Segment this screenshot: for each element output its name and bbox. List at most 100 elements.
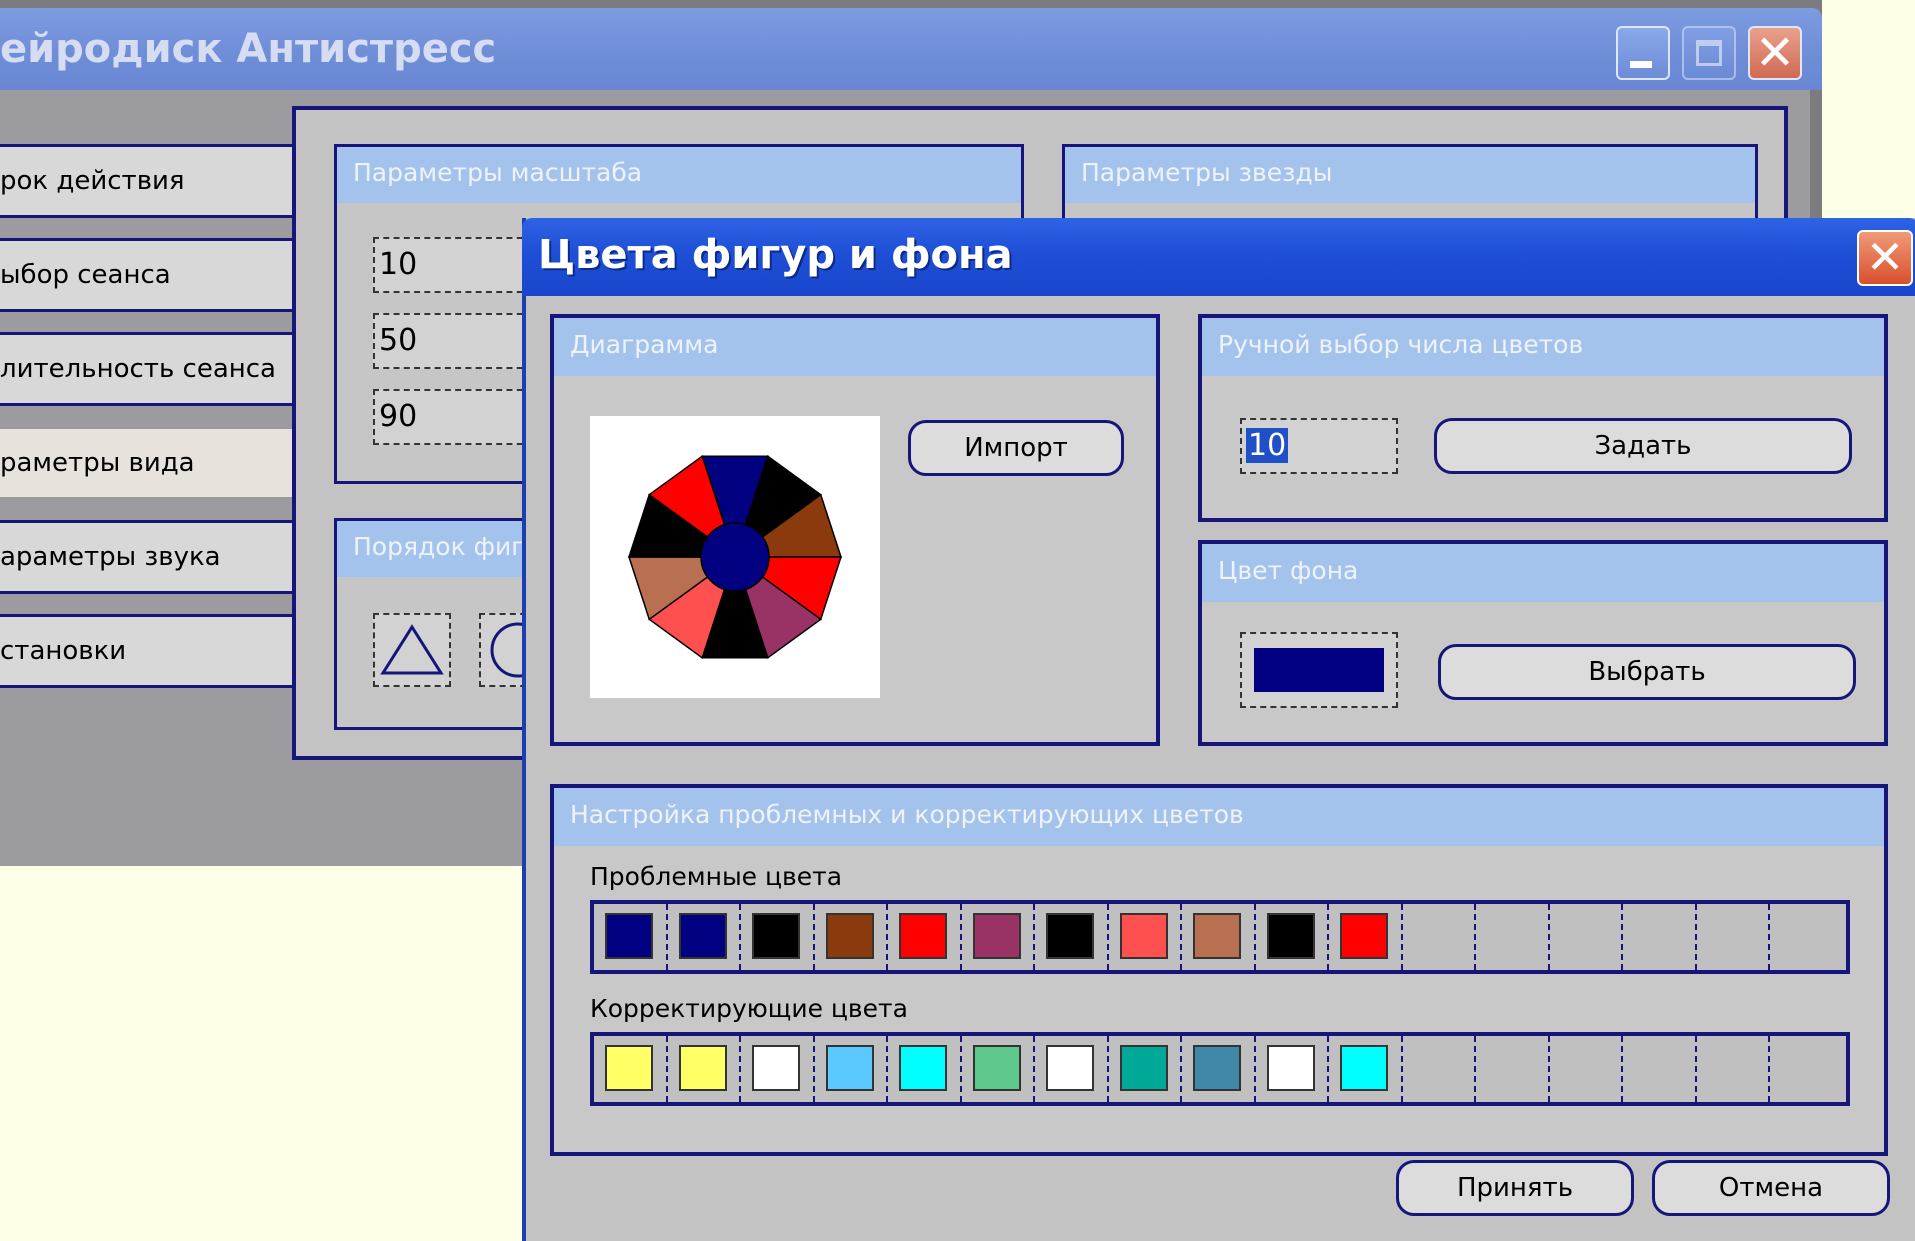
correction-colors-label: Корректирующие цвета — [590, 994, 908, 1023]
problem-color-cell[interactable] — [888, 904, 962, 970]
minimize-button[interactable] — [1616, 26, 1670, 80]
set-count-button[interactable]: Задать — [1434, 418, 1852, 474]
problem-color-cell[interactable] — [962, 904, 1035, 970]
problem-color-swatch — [972, 913, 1021, 959]
problem-color-cell[interactable] — [1329, 904, 1403, 970]
nav-item-label: рок действия — [0, 166, 185, 196]
problem-color-swatch — [752, 913, 800, 959]
problem-color-cell[interactable] — [594, 904, 668, 970]
nav-item-session-select[interactable]: ыбор сеанса — [0, 238, 292, 312]
nav-item-label: становки — [0, 636, 127, 666]
color-count-value: 10 — [1246, 428, 1289, 463]
correction-color-swatch — [1340, 1045, 1388, 1091]
accept-button[interactable]: Принять — [1396, 1160, 1634, 1216]
problem-color-swatch — [678, 913, 727, 959]
correction-color-cell[interactable] — [1476, 1036, 1550, 1102]
problem-color-swatch — [1046, 913, 1094, 959]
nav-item-sound-params[interactable]: араметры звука — [0, 520, 292, 594]
scale-field-3[interactable]: 90 — [373, 389, 533, 445]
problem-color-cell[interactable] — [1770, 904, 1844, 970]
nav-item-label: раметры вида — [0, 448, 195, 478]
problem-colors-palette[interactable] — [590, 900, 1850, 974]
problem-color-cell[interactable] — [1182, 904, 1256, 970]
problem-color-cell[interactable] — [1035, 904, 1109, 970]
correction-color-swatch — [1266, 1045, 1315, 1091]
problem-color-cell[interactable] — [1403, 904, 1476, 970]
problem-color-cell[interactable] — [1550, 904, 1623, 970]
correction-color-cell[interactable] — [1697, 1036, 1770, 1102]
nav-item-view-params[interactable]: раметры вида — [0, 426, 292, 500]
problem-color-cell[interactable] — [1623, 904, 1697, 970]
close-button[interactable]: ✕ — [1748, 26, 1802, 80]
scale-params-header: Параметры масштаба — [337, 147, 1021, 203]
correction-color-cell[interactable] — [594, 1036, 668, 1102]
correction-colors-palette[interactable] — [590, 1032, 1850, 1106]
correction-color-cell[interactable] — [888, 1036, 962, 1102]
correction-color-cell[interactable] — [1403, 1036, 1476, 1102]
triangle-shape-button[interactable] — [373, 613, 451, 687]
correction-color-cell[interactable] — [1182, 1036, 1256, 1102]
nav-item-label: ыбор сеанса — [0, 260, 171, 290]
background-color-header: Цвет фона — [1202, 544, 1884, 602]
background-color-box[interactable] — [1240, 632, 1398, 708]
correction-color-cell[interactable] — [668, 1036, 741, 1102]
problem-color-swatch — [825, 913, 874, 959]
correction-color-swatch — [752, 1045, 800, 1091]
correction-color-cell[interactable] — [1623, 1036, 1697, 1102]
correction-color-swatch — [605, 1045, 653, 1091]
main-title-bar[interactable]: ейродиск Антистресс ✕ — [0, 8, 1822, 90]
correction-color-swatch — [825, 1045, 874, 1091]
choose-color-button[interactable]: Выбрать — [1438, 644, 1856, 700]
correction-color-cell[interactable] — [1256, 1036, 1329, 1102]
correction-color-cell[interactable] — [815, 1036, 888, 1102]
problem-color-cell[interactable] — [1697, 904, 1770, 970]
correction-color-cell[interactable] — [1550, 1036, 1623, 1102]
problem-color-cell[interactable] — [815, 904, 888, 970]
maximize-button[interactable] — [1682, 26, 1736, 80]
colors-dialog: Цвета фигур и фона ✕ Диаграмма Импорт Ру… — [522, 218, 1915, 1241]
star-params-header: Параметры звезды — [1065, 147, 1755, 203]
problem-color-cell[interactable] — [1256, 904, 1329, 970]
problem-color-swatch — [605, 913, 653, 959]
correction-color-cell[interactable] — [1035, 1036, 1109, 1102]
correction-color-cell[interactable] — [1109, 1036, 1182, 1102]
nav-item-settings[interactable]: становки — [0, 614, 292, 688]
problem-color-swatch — [899, 913, 947, 959]
background-color-swatch — [1254, 648, 1384, 692]
nav-item-action[interactable]: рок действия — [0, 144, 292, 218]
palette-settings-header: Настройка проблемных и корректирующих цв… — [554, 788, 1884, 846]
scale-field-1[interactable]: 10 — [373, 237, 533, 293]
palette-settings-group: Настройка проблемных и корректирующих цв… — [550, 784, 1888, 1156]
diagram-center — [700, 522, 770, 592]
correction-color-swatch — [1119, 1045, 1168, 1091]
correction-color-cell[interactable] — [741, 1036, 815, 1102]
problem-color-cell[interactable] — [1109, 904, 1182, 970]
correction-color-cell[interactable] — [1329, 1036, 1403, 1102]
correction-color-swatch — [972, 1045, 1021, 1091]
problem-color-cell[interactable] — [668, 904, 741, 970]
dialog-title-bar[interactable]: Цвета фигур и фона ✕ — [522, 218, 1915, 296]
problem-color-swatch — [1119, 913, 1168, 959]
correction-color-cell[interactable] — [962, 1036, 1035, 1102]
manual-count-group: Ручной выбор числа цветов 10 Задать — [1198, 314, 1888, 522]
problem-color-cell[interactable] — [1476, 904, 1550, 970]
correction-color-swatch — [1193, 1045, 1241, 1091]
import-button[interactable]: Импорт — [908, 420, 1124, 476]
nav-item-label: лительность сеанса — [0, 354, 276, 384]
correction-color-swatch — [1046, 1045, 1094, 1091]
scale-field-2[interactable]: 50 — [373, 313, 533, 369]
dialog-close-button[interactable]: ✕ — [1857, 230, 1913, 286]
dialog-title: Цвета фигур и фона — [538, 232, 1013, 278]
cancel-button[interactable]: Отмена — [1652, 1160, 1890, 1216]
correction-color-swatch — [899, 1045, 947, 1091]
problem-color-cell[interactable] — [741, 904, 815, 970]
color-diagram — [590, 416, 880, 698]
problem-color-swatch — [1266, 913, 1315, 959]
nav-item-session-duration[interactable]: лительность сеанса — [0, 332, 292, 406]
diagram-group: Диаграмма Импорт — [550, 314, 1160, 746]
problem-color-swatch — [1193, 913, 1241, 959]
triangle-icon — [380, 624, 444, 675]
correction-color-cell[interactable] — [1770, 1036, 1844, 1102]
color-count-input[interactable]: 10 — [1240, 418, 1398, 474]
manual-count-header: Ручной выбор числа цветов — [1202, 318, 1884, 376]
